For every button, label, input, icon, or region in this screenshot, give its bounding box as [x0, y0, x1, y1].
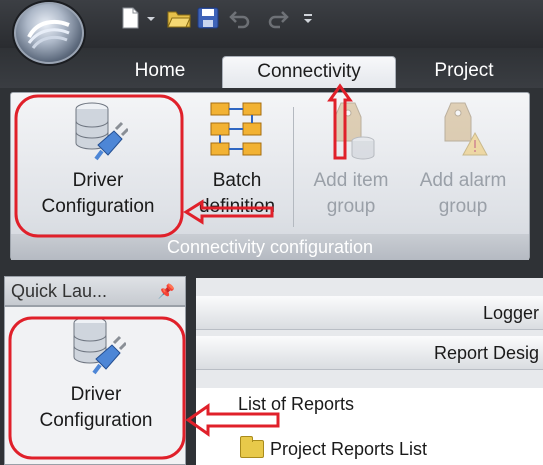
pin-icon[interactable]: 📌	[158, 277, 175, 305]
driver-configuration-line2: Configuration	[41, 196, 155, 217]
app-logo-icon	[27, 19, 70, 49]
ribbon: Driver Configuration Batch definition Ad…	[0, 88, 543, 268]
quick-launch-driver-configuration[interactable]: Driver Configuration	[15, 313, 177, 434]
add-alarm-group-icon	[444, 102, 488, 156]
dropdown-arrow-icon[interactable]	[144, 6, 158, 30]
tab-home[interactable]: Home	[120, 56, 200, 88]
ribbon-separator	[293, 107, 294, 227]
quick-launch-title: Quick Lau...	[11, 281, 108, 301]
add-item-group-icon	[334, 102, 375, 160]
quick-launch-item-line1: Driver	[70, 384, 122, 405]
add-item-group-button[interactable]: Add item group	[301, 99, 401, 220]
undo-icon[interactable]	[228, 6, 252, 30]
group-label: Connectivity configuration	[11, 234, 529, 260]
add-alarm-group-line2: group	[438, 196, 488, 217]
quick-launch-pane: Quick Lau... 📌 Driver Configuration	[0, 268, 188, 465]
quick-launch-header: Quick Lau... 📌	[4, 276, 186, 306]
reports-list-area: List of Reports Project Reports List	[196, 388, 543, 465]
driver-configuration-icon	[73, 316, 128, 375]
driver-configuration-icon	[75, 102, 130, 161]
new-document-icon[interactable]	[118, 6, 142, 30]
quick-launch-body: Driver Configuration	[4, 306, 186, 465]
main-inner: Logger Report Desig List of Reports Proj…	[196, 278, 543, 465]
add-item-group-line2: group	[326, 196, 376, 217]
ribbon-tabs: Home Connectivity Project	[0, 48, 543, 88]
batch-definition-line2: definition	[198, 196, 276, 217]
driver-configuration-button[interactable]: Driver Configuration	[13, 99, 183, 220]
add-alarm-group-line1: Add alarm	[419, 170, 507, 191]
customize-arrow-icon[interactable]	[300, 6, 316, 30]
batch-definition-button[interactable]: Batch definition	[187, 99, 287, 220]
redo-icon[interactable]	[266, 6, 290, 30]
quick-launch-item-line2: Configuration	[39, 410, 153, 431]
driver-configuration-line1: Driver	[72, 170, 124, 191]
application-menu-button[interactable]	[14, 2, 84, 64]
report-designer-bar[interactable]: Report Desig	[196, 336, 543, 370]
save-icon[interactable]	[196, 6, 220, 30]
open-folder-icon[interactable]	[166, 6, 191, 30]
add-item-group-line1: Add item	[313, 170, 389, 191]
batch-definition-line1: Batch	[212, 170, 262, 191]
folder-icon	[240, 436, 264, 458]
tab-project[interactable]: Project	[416, 56, 512, 88]
logger-bar[interactable]: Logger	[196, 296, 543, 330]
project-reports-list-item[interactable]: Project Reports List	[240, 434, 427, 464]
batch-definition-icon	[210, 102, 262, 156]
list-of-reports-title: List of Reports	[238, 394, 355, 414]
main-area: Logger Report Desig List of Reports Proj…	[188, 268, 543, 465]
connectivity-configuration-group: Driver Configuration Batch definition Ad…	[10, 92, 530, 260]
project-reports-list-label: Project Reports List	[270, 438, 428, 459]
tab-connectivity[interactable]: Connectivity	[222, 56, 396, 88]
add-alarm-group-button[interactable]: Add alarm group	[405, 99, 521, 220]
title-bar	[0, 0, 543, 64]
